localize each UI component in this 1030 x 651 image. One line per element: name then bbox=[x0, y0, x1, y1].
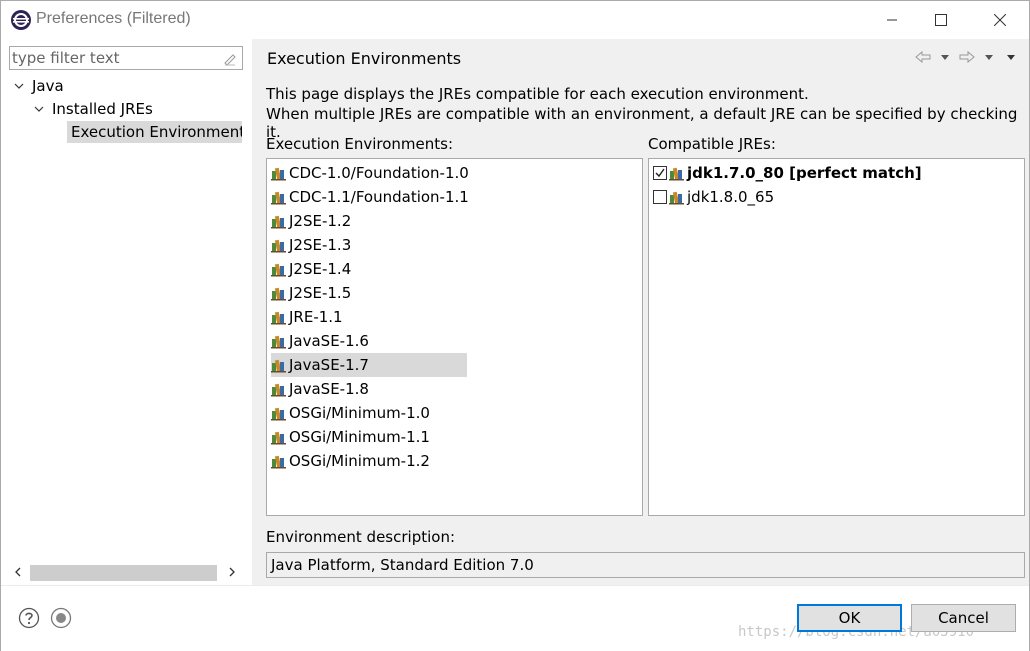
record-icon[interactable] bbox=[50, 607, 72, 629]
chevron-left-icon bbox=[15, 567, 21, 577]
environment-item[interactable]: J2SE-1.5 bbox=[271, 281, 467, 305]
library-icon bbox=[271, 407, 286, 421]
environment-item-label: JavaSE-1.6 bbox=[289, 332, 369, 350]
close-button[interactable] bbox=[977, 1, 1023, 39]
close-icon bbox=[994, 14, 1006, 26]
environment-description-field: Java Platform, Standard Edition 7.0 bbox=[266, 552, 1025, 578]
clear-filter-icon[interactable] bbox=[222, 50, 238, 66]
environment-item[interactable]: OSGi/Minimum-1.2 bbox=[271, 449, 467, 473]
library-icon bbox=[271, 239, 286, 253]
library-icon bbox=[271, 215, 286, 229]
ok-button[interactable]: OK bbox=[797, 604, 902, 632]
preference-page: Execution Environments This page display… bbox=[256, 39, 1029, 585]
checkmark-icon bbox=[655, 168, 665, 178]
jre-item[interactable]: jdk1.7.0_80 [perfect match] bbox=[653, 161, 922, 185]
library-icon bbox=[271, 359, 286, 373]
chevron-down-icon[interactable] bbox=[13, 80, 25, 92]
environment-item-label: OSGi/Minimum-1.2 bbox=[289, 452, 430, 470]
environment-item-label: J2SE-1.4 bbox=[289, 260, 352, 278]
minimize-icon bbox=[887, 19, 897, 21]
environments-label: Execution Environments: bbox=[266, 135, 454, 153]
cancel-button[interactable]: Cancel bbox=[911, 604, 1016, 632]
library-icon bbox=[271, 455, 286, 469]
environment-item-label: JavaSE-1.7 bbox=[289, 356, 369, 374]
scroll-thumb[interactable] bbox=[30, 565, 217, 581]
dialog-button-bar: https://blog.csdn.net/a05910 OK Cancel bbox=[1, 585, 1029, 651]
jre-checkbox[interactable] bbox=[653, 190, 667, 204]
environment-item[interactable]: OSGi/Minimum-1.1 bbox=[271, 425, 467, 449]
jre-item-label: jdk1.8.0_65 bbox=[687, 188, 775, 206]
environment-item-label: OSGi/Minimum-1.1 bbox=[289, 428, 430, 446]
minimize-button[interactable] bbox=[869, 1, 915, 39]
library-icon bbox=[271, 287, 286, 301]
environment-item-label: JRE-1.1 bbox=[289, 308, 343, 326]
tree-item-execution-environments[interactable]: Execution Environments bbox=[67, 121, 242, 143]
environment-item[interactable]: J2SE-1.2 bbox=[271, 209, 467, 233]
jre-checkbox[interactable] bbox=[653, 166, 667, 180]
environments-list[interactable]: CDC-1.0/Foundation-1.0 CDC-1.1/Foundatio… bbox=[266, 158, 643, 516]
library-icon bbox=[271, 263, 286, 277]
maximize-icon bbox=[935, 14, 947, 26]
environment-item[interactable]: JavaSE-1.6 bbox=[271, 329, 467, 353]
environment-item-label: OSGi/Minimum-1.0 bbox=[289, 404, 430, 422]
library-icon bbox=[669, 167, 684, 181]
environment-item-label: J2SE-1.2 bbox=[289, 212, 352, 230]
library-icon bbox=[271, 431, 286, 445]
environment-item[interactable]: JavaSE-1.8 bbox=[271, 377, 467, 401]
library-icon bbox=[669, 191, 684, 205]
window-title: Preferences (Filtered) bbox=[36, 10, 191, 27]
page-description-line1: This page displays the JREs compatible f… bbox=[266, 85, 809, 103]
library-icon bbox=[271, 335, 286, 349]
chevron-down-icon[interactable] bbox=[33, 103, 45, 115]
library-icon bbox=[271, 383, 286, 397]
environment-item[interactable]: J2SE-1.3 bbox=[271, 233, 467, 257]
jre-item[interactable]: jdk1.8.0_65 bbox=[653, 185, 774, 209]
environment-item[interactable]: CDC-1.1/Foundation-1.1 bbox=[271, 185, 469, 209]
view-menu-icon[interactable] bbox=[1003, 49, 1019, 65]
preferences-window: Preferences (Filtered) Java Installed JR… bbox=[0, 0, 1030, 651]
help-icon[interactable] bbox=[18, 607, 40, 629]
environment-item[interactable]: JavaSE-1.7 bbox=[271, 353, 467, 377]
compatible-jres-list[interactable]: jdk1.7.0_80 [perfect match] jdk1.8.0_65 bbox=[648, 158, 1025, 516]
forward-menu-icon[interactable] bbox=[981, 49, 997, 65]
back-icon[interactable] bbox=[915, 49, 931, 65]
library-icon bbox=[271, 167, 286, 181]
tree-item-label: Execution Environments bbox=[71, 123, 242, 141]
environment-description-label: Environment description: bbox=[266, 528, 456, 546]
environment-item-label: CDC-1.1/Foundation-1.1 bbox=[289, 188, 469, 206]
filter-box bbox=[9, 46, 243, 70]
page-nav-toolbar bbox=[915, 49, 1019, 65]
tree-item-java[interactable]: Java bbox=[13, 75, 64, 97]
filter-input[interactable] bbox=[12, 48, 222, 68]
environment-item-label: JavaSE-1.8 bbox=[289, 380, 369, 398]
environment-item-label: J2SE-1.5 bbox=[289, 284, 352, 302]
tree-horizontal-scrollbar[interactable] bbox=[9, 563, 243, 581]
tree-item-installed-jres[interactable]: Installed JREs bbox=[33, 98, 153, 120]
scroll-left-button[interactable] bbox=[9, 563, 27, 581]
page-header: Execution Environments bbox=[256, 39, 1029, 77]
environment-item-label: CDC-1.0/Foundation-1.0 bbox=[289, 164, 469, 182]
tree-item-label: Java bbox=[32, 77, 64, 95]
environment-item[interactable]: JRE-1.1 bbox=[271, 305, 467, 329]
jre-item-label: jdk1.7.0_80 [perfect match] bbox=[687, 164, 922, 182]
environment-item[interactable]: CDC-1.0/Foundation-1.0 bbox=[271, 161, 469, 185]
library-icon bbox=[271, 191, 286, 205]
title-bar: Preferences (Filtered) bbox=[1, 1, 1029, 39]
tree-item-label: Installed JREs bbox=[52, 100, 153, 118]
forward-icon[interactable] bbox=[959, 49, 975, 65]
page-title: Execution Environments bbox=[267, 49, 462, 68]
preference-tree-pane: Java Installed JREs Execution Environmen… bbox=[1, 39, 252, 585]
compatible-jres-label: Compatible JREs: bbox=[648, 135, 776, 153]
eclipse-app-icon bbox=[11, 10, 31, 30]
environment-item[interactable]: OSGi/Minimum-1.0 bbox=[271, 401, 467, 425]
back-menu-icon[interactable] bbox=[937, 49, 953, 65]
chevron-right-icon bbox=[229, 567, 235, 577]
scroll-right-button[interactable] bbox=[223, 563, 241, 581]
maximize-button[interactable] bbox=[918, 1, 964, 39]
environment-item-label: J2SE-1.3 bbox=[289, 236, 352, 254]
library-icon bbox=[271, 311, 286, 325]
environment-item[interactable]: J2SE-1.4 bbox=[271, 257, 467, 281]
